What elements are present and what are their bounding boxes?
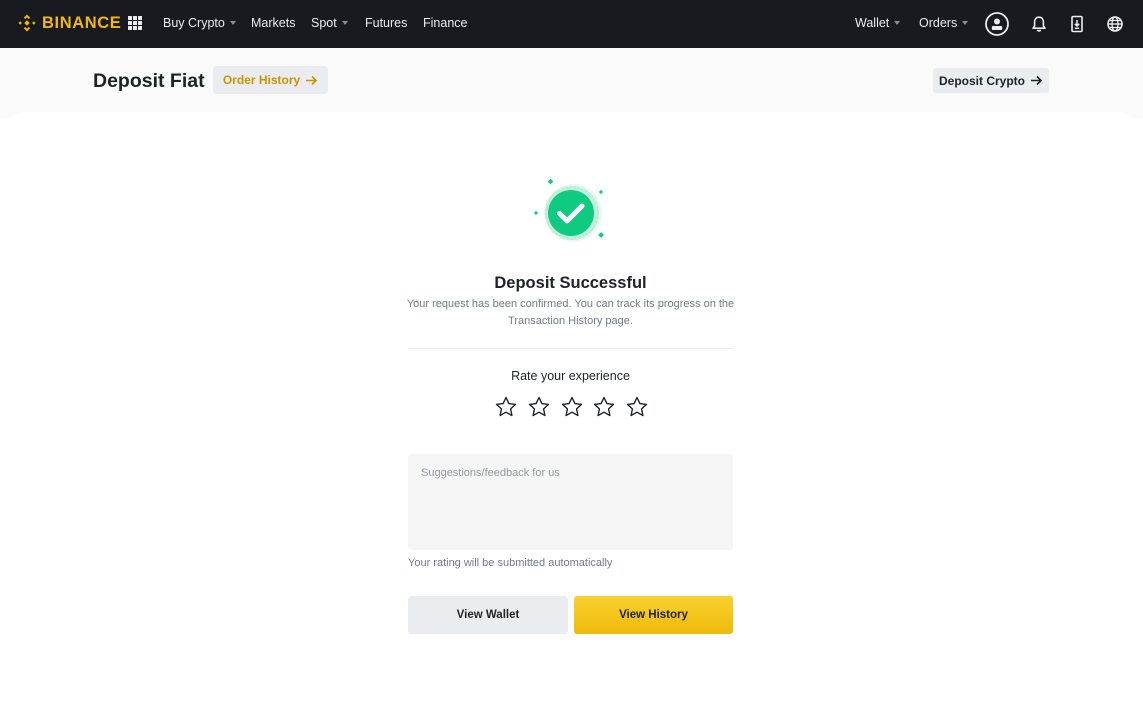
deposit-crypto-label: Deposit Crypto — [938, 73, 1025, 88]
success-description: Your request has been confirmed. You can… — [406, 298, 735, 327]
brand-name: BINANCE — [42, 14, 122, 32]
user-profile-icon[interactable] — [984, 11, 1010, 37]
star-icon[interactable] — [560, 395, 584, 419]
nav-item-label: Orders — [919, 16, 958, 30]
nav-finance[interactable]: Finance — [423, 0, 467, 48]
nav-buy-crypto[interactable]: Buy Crypto — [163, 0, 236, 48]
page-title: Deposit Fiat — [93, 70, 205, 92]
star-rating — [494, 395, 649, 419]
download-app-icon[interactable] — [1064, 11, 1090, 37]
nav-item-label: Wallet — [855, 16, 890, 30]
view-wallet-button[interactable]: View Wallet — [408, 596, 568, 634]
view-wallet-label: View Wallet — [456, 609, 520, 621]
nav-item-label: Markets — [251, 16, 296, 30]
star-icon[interactable] — [625, 395, 649, 419]
success-check-icon — [531, 177, 607, 247]
arrow-right-icon — [306, 75, 318, 85]
feedback-textarea[interactable] — [408, 454, 733, 550]
order-history-button[interactable]: Order History — [213, 66, 328, 94]
nav-item-label: Futures — [365, 16, 408, 30]
nav-wallet[interactable]: Wallet — [855, 0, 901, 48]
order-history-label: Order History — [222, 73, 301, 87]
nav-item-label: Spot — [311, 16, 337, 30]
bell-icon[interactable] — [1026, 11, 1052, 37]
nav-item-label: Finance — [423, 16, 468, 30]
view-history-label: View History — [619, 609, 688, 621]
binance-logo[interactable]: BINANCE — [17, 13, 121, 33]
star-icon[interactable] — [527, 395, 551, 419]
auto-submit-note: Your rating will be submitted automatica… — [408, 557, 613, 569]
binance-logo-icon — [18, 14, 36, 32]
divider — [408, 348, 733, 349]
arrow-right-icon — [1031, 75, 1043, 86]
rate-experience-label: Rate your experience — [511, 369, 630, 383]
top-navigation-bar: BINANCE Buy Crypto Markets Spot Futures … — [0, 0, 1143, 48]
view-history-button[interactable]: View History — [574, 596, 733, 634]
deposit-crypto-button[interactable]: Deposit Crypto — [933, 68, 1049, 93]
star-icon[interactable] — [494, 395, 518, 419]
star-icon[interactable] — [592, 395, 616, 419]
nav-markets[interactable]: Markets — [251, 0, 295, 48]
caret-down-icon — [962, 20, 969, 25]
caret-down-icon — [894, 20, 901, 25]
caret-down-icon — [229, 20, 236, 25]
nav-futures[interactable]: Futures — [365, 0, 407, 48]
nav-orders[interactable]: Orders — [919, 0, 969, 48]
nav-spot[interactable]: Spot — [311, 0, 348, 48]
nav-item-label: Buy Crypto — [163, 16, 225, 30]
globe-icon[interactable] — [1102, 11, 1128, 37]
success-title: Deposit Successful — [494, 274, 647, 292]
caret-down-icon — [341, 20, 348, 25]
grid-icon[interactable] — [128, 16, 142, 30]
